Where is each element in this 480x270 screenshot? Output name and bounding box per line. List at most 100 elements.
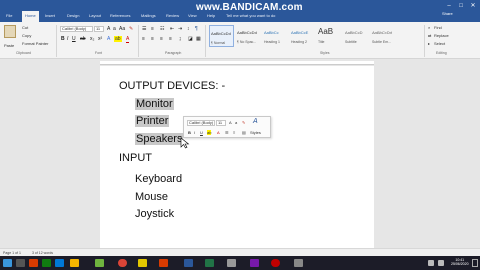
chrome-icon[interactable]	[118, 259, 127, 267]
mini-underline-icon[interactable]: U	[200, 130, 203, 135]
search-icon[interactable]	[16, 259, 25, 267]
tab-layout[interactable]: Layout	[89, 13, 101, 18]
borders-icon[interactable]: ▦	[196, 36, 201, 42]
app-icon[interactable]	[250, 259, 259, 267]
doc-line[interactable]: Keyboard	[135, 173, 182, 185]
doc-line[interactable]: Joystick	[135, 208, 174, 220]
app-icon[interactable]	[294, 259, 303, 267]
paste-button[interactable]: Paste	[4, 43, 14, 48]
mini-format-painter-icon[interactable]: ✎	[242, 120, 245, 125]
app-icon[interactable]	[227, 259, 236, 267]
shrink-font-icon[interactable]: a	[113, 26, 116, 32]
doc-line[interactable]: Mouse	[135, 191, 168, 203]
tab-design[interactable]: Design	[67, 13, 79, 18]
select-button[interactable]: Select	[434, 41, 445, 46]
italic-icon[interactable]: I	[67, 36, 68, 42]
replace-button[interactable]: Replace	[434, 33, 449, 38]
tab-view[interactable]: View	[188, 13, 197, 18]
tab-file[interactable]: File	[6, 13, 12, 18]
bold-icon[interactable]: B	[61, 36, 65, 42]
mini-font-box[interactable]: Calibri (Body)	[187, 120, 215, 126]
mini-italic-icon[interactable]: I	[194, 130, 195, 135]
mini-highlight-icon[interactable]: ab	[207, 130, 212, 135]
tell-me-search[interactable]: Tell me what you want to do	[226, 13, 275, 18]
volume-icon[interactable]	[428, 260, 434, 266]
tab-help[interactable]: Help	[207, 13, 215, 18]
mini-styles-icon[interactable]: A	[253, 118, 258, 125]
doc-line[interactable]: Printer	[135, 115, 170, 127]
doc-line[interactable]: Monitor	[135, 98, 174, 110]
tab-references[interactable]: References	[110, 13, 130, 18]
close-button[interactable]: ✕	[467, 2, 479, 10]
clear-formatting-icon[interactable]: ✎	[129, 26, 133, 32]
mini-font-color-icon[interactable]: A	[217, 130, 220, 135]
record-icon[interactable]	[271, 259, 280, 267]
start-icon[interactable]	[3, 259, 12, 267]
mini-bullets-icon[interactable]: ☰	[225, 130, 229, 135]
grow-font-icon[interactable]: A	[107, 26, 110, 32]
align-center-icon[interactable]: ≡	[151, 36, 154, 42]
excel-icon[interactable]	[205, 259, 214, 267]
share-button[interactable]: Share	[442, 11, 453, 16]
tab-review[interactable]: Review	[166, 13, 179, 18]
mini-numbering-icon[interactable]: ≡	[233, 130, 235, 135]
find-button[interactable]: Find	[434, 25, 442, 30]
file-explorer-icon[interactable]	[70, 259, 79, 267]
document-page[interactable]: OUTPUT DEVICES: - Monitor Printer Speake…	[100, 66, 374, 248]
doc-line[interactable]: OUTPUT DEVICES: -	[119, 80, 225, 92]
numbering-icon[interactable]: ≡	[151, 26, 154, 32]
style-no-spacing[interactable]: AaBbCcDd ¶ No Spac...	[236, 25, 261, 47]
text-effects-icon[interactable]: A	[107, 36, 110, 42]
replace-icon[interactable]: ⇄	[428, 33, 431, 38]
taskbar-clock[interactable]: 10:41 25/06/2020	[451, 258, 469, 266]
app-icon[interactable]	[55, 259, 64, 267]
app-icon[interactable]	[29, 259, 38, 267]
line-spacing-icon[interactable]: ↨	[179, 36, 182, 42]
notification-icon[interactable]	[472, 259, 478, 267]
tab-mailings[interactable]: Mailings	[141, 13, 156, 18]
find-icon[interactable]: ⌕	[428, 25, 430, 30]
mini-styles-label[interactable]: Styles	[250, 130, 261, 135]
subscript-icon[interactable]: x₂	[90, 36, 94, 42]
increase-indent-icon[interactable]: ⇥	[178, 26, 182, 32]
style-title[interactable]: AaB Title	[317, 25, 342, 47]
doc-line[interactable]: Speakers	[135, 133, 184, 145]
minimize-button[interactable]: –	[443, 2, 455, 10]
show-marks-icon[interactable]: ¶	[195, 26, 198, 32]
highlight-color-icon[interactable]: ab	[114, 36, 122, 42]
cut-button[interactable]: Cut	[22, 25, 28, 30]
sort-icon[interactable]: ↕	[187, 26, 190, 32]
style-normal[interactable]: AaBbCcDd ¶ Normal	[209, 25, 234, 47]
powerpoint-icon[interactable]	[159, 259, 168, 267]
word-icon[interactable]	[184, 259, 193, 267]
align-right-icon[interactable]: ≡	[160, 36, 163, 42]
select-icon[interactable]: ▸	[428, 41, 430, 46]
doc-line[interactable]: INPUT	[119, 152, 152, 164]
strikethrough-icon[interactable]: ab	[80, 36, 86, 42]
mini-bold-icon[interactable]: B	[188, 130, 191, 135]
style-subtitle[interactable]: AaBbCcD Subtitle	[344, 25, 369, 47]
decrease-indent-icon[interactable]: ⇤	[170, 26, 174, 32]
change-case-icon[interactable]: Aa	[119, 26, 125, 32]
align-left-icon[interactable]: ≡	[142, 36, 145, 42]
style-heading-1[interactable]: AaBbCc Heading 1	[263, 25, 288, 47]
tab-insert[interactable]: Insert	[45, 13, 55, 18]
maximize-button[interactable]: □	[455, 2, 467, 10]
underline-icon[interactable]: U	[72, 36, 76, 42]
app-icon[interactable]	[138, 259, 147, 267]
font-size-box[interactable]: 11	[94, 26, 104, 32]
copy-button[interactable]: Copy	[22, 33, 31, 38]
mini-align-icon[interactable]: ▤	[242, 130, 246, 135]
app-icon[interactable]	[95, 259, 104, 267]
format-painter-button[interactable]: Format Painter	[22, 41, 48, 46]
superscript-icon[interactable]: x²	[98, 36, 102, 42]
font-name-box[interactable]: Calibri (Body)	[60, 26, 93, 32]
style-subtle-emphasis[interactable]: AaBbCcDd Subtle Em...	[371, 25, 396, 47]
font-color-icon[interactable]: A	[126, 36, 130, 43]
app-icon[interactable]	[42, 259, 51, 267]
multilevel-list-icon[interactable]: ☷	[160, 26, 164, 32]
tab-home[interactable]: Home	[22, 11, 39, 22]
network-icon[interactable]	[438, 260, 444, 266]
shading-icon[interactable]: ◪	[188, 36, 193, 42]
mini-shrink-font-icon[interactable]: a	[235, 120, 237, 125]
